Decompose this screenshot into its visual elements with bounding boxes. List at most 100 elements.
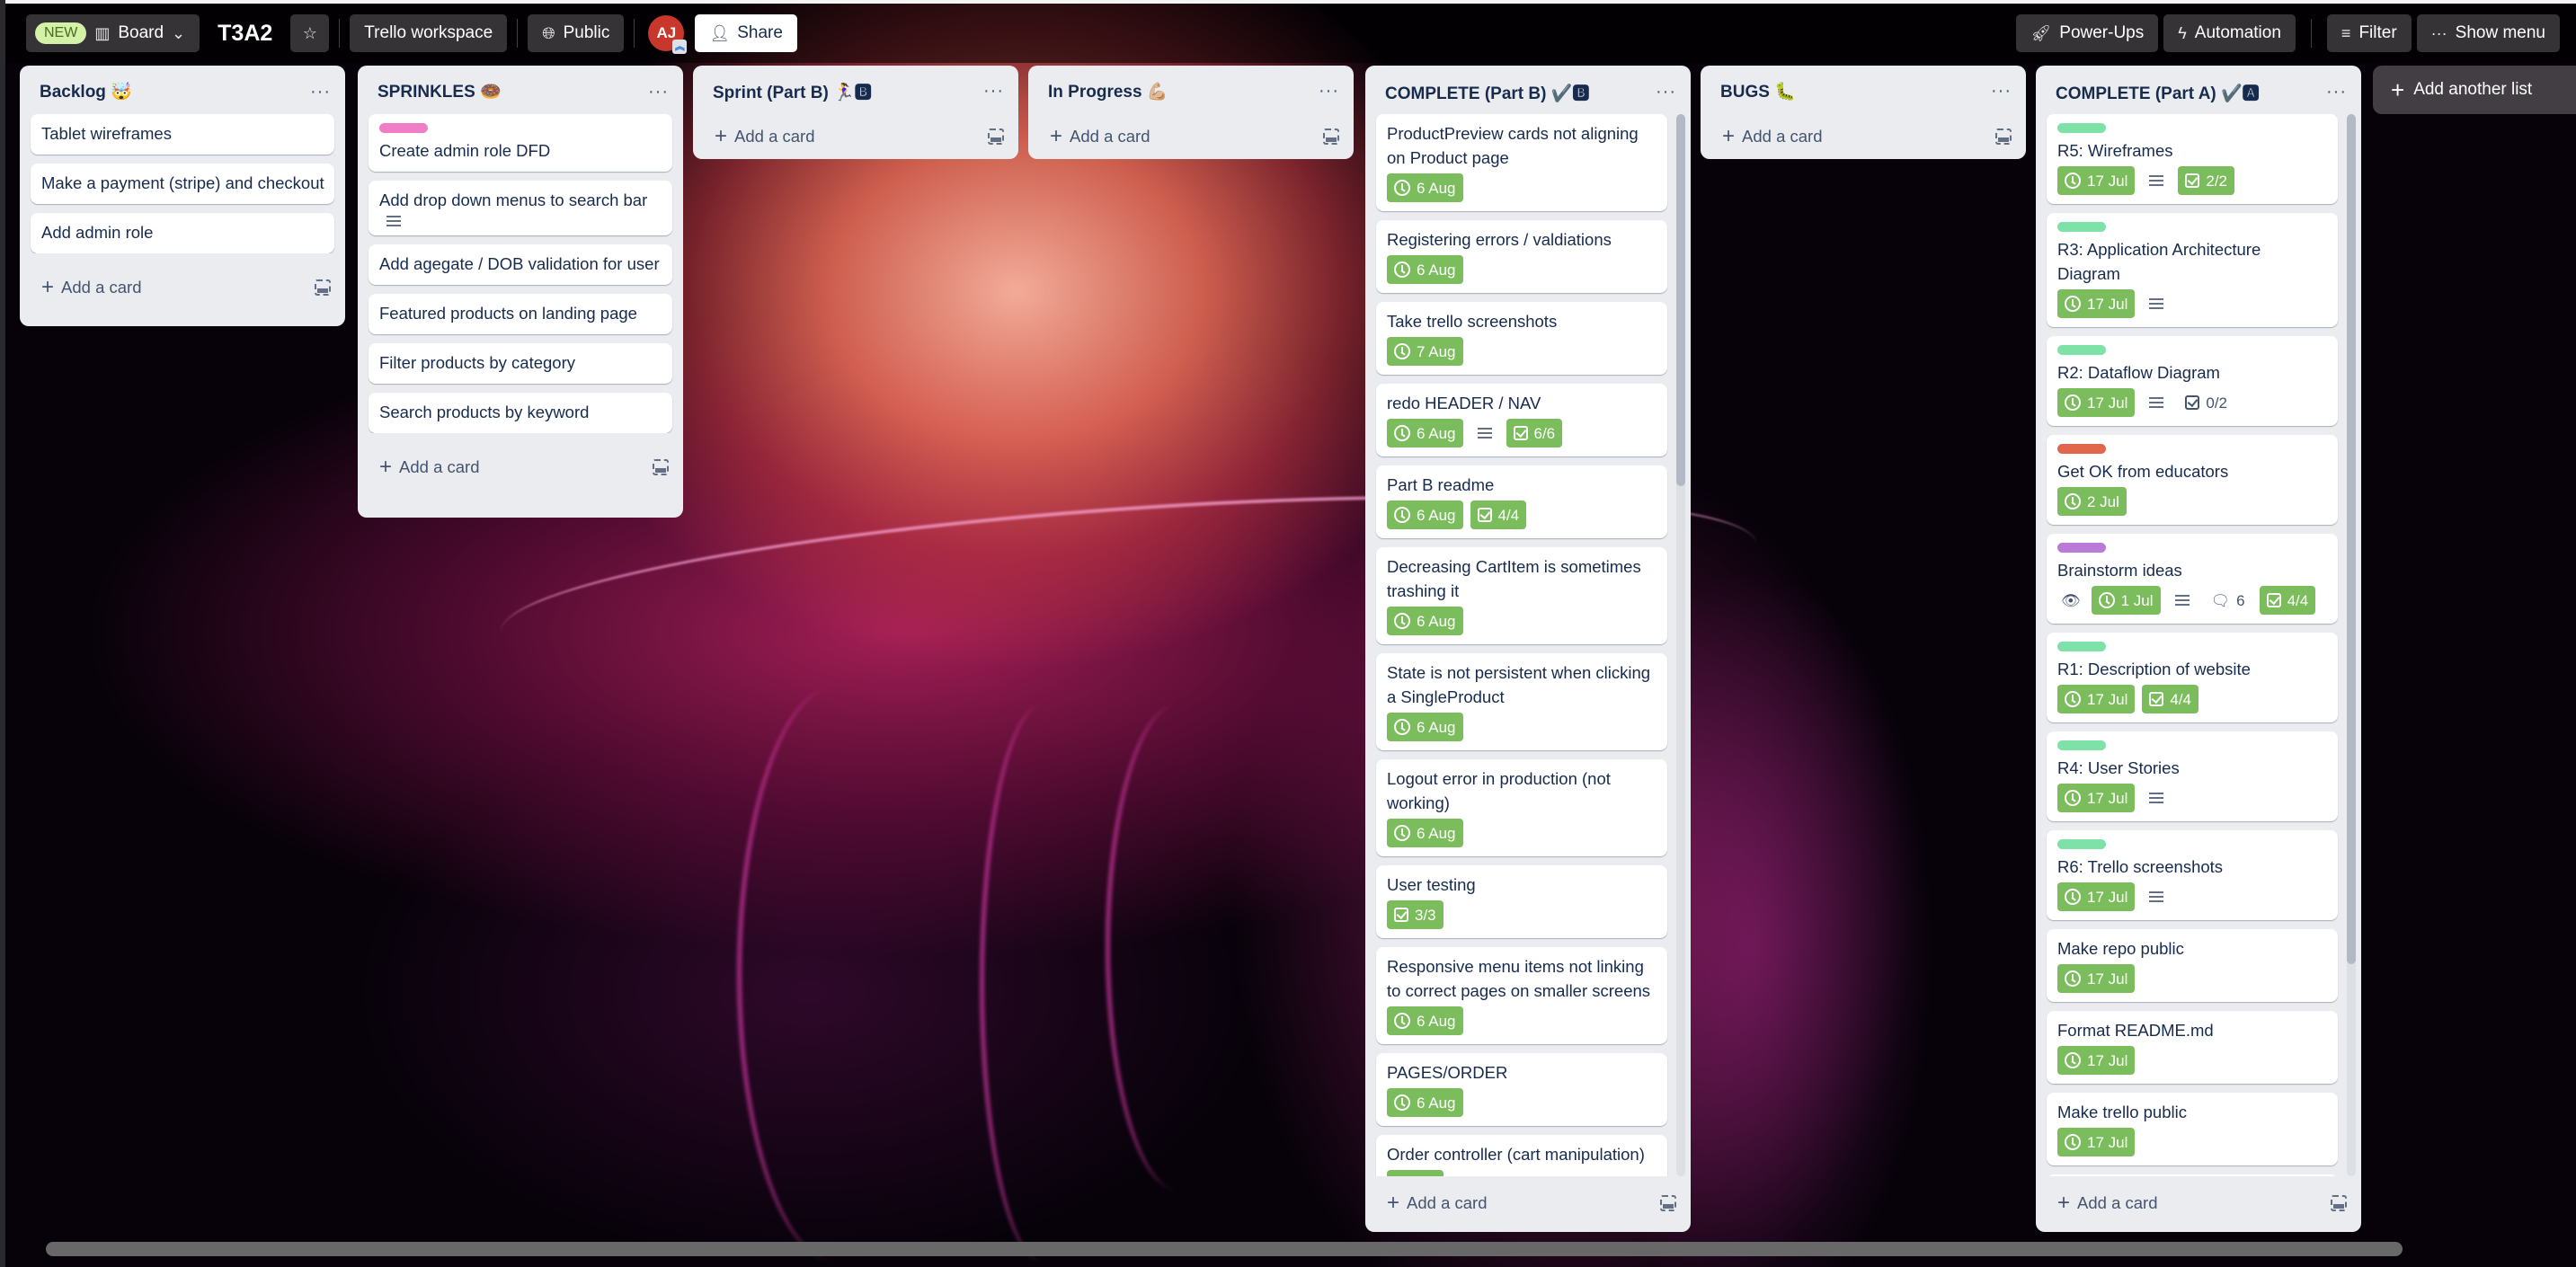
filter-button[interactable]: ≡ Filter [2326, 14, 2412, 52]
list-actions-icon[interactable]: ··· [1319, 81, 1339, 102]
card[interactable]: R5: Wireframes 17 Jul 2/2 [2047, 114, 2338, 204]
automation-button[interactable]: ϟ Automation [2163, 14, 2296, 52]
due-date-badge[interactable]: 1 Jul [2091, 586, 2161, 615]
card[interactable]: ProductPreview cards not aligning on Pro… [1376, 114, 1667, 211]
card[interactable]: R3: Application Architecture Diagram 17 J… [2047, 213, 2338, 327]
add-card-button[interactable]: + Add a card [379, 455, 480, 480]
card[interactable]: Decreasing CartItem is sometimes trashin… [1376, 547, 1667, 644]
card[interactable]: redo HEADER / NAV 6 Aug 6/6 [1376, 384, 1667, 456]
create-from-template-icon[interactable] [1995, 128, 2012, 145]
card[interactable]: Add admin role [31, 213, 334, 253]
card-label-purple[interactable] [2057, 543, 2106, 553]
card[interactable]: Add agegate / DOB validation for user [369, 244, 672, 285]
due-date-badge[interactable]: 17 Jul [2057, 289, 2136, 318]
list-title[interactable]: Sprint (Part B) 🏃‍♀️🅱 [713, 79, 872, 103]
card-label-pink[interactable] [379, 123, 428, 133]
card[interactable]: Format README.md 17 Jul [2047, 1011, 2338, 1084]
add-card-button[interactable]: + Add a card [41, 275, 142, 300]
card[interactable]: Make trello public 17 Jul [2047, 1093, 2338, 1165]
card[interactable]: R4: User Stories 17 Jul [2047, 731, 2338, 821]
add-card-button[interactable]: + Add a card [2057, 1191, 2158, 1216]
card-label-green[interactable] [2057, 123, 2106, 133]
create-from-template-icon[interactable] [1323, 128, 1339, 145]
list-title[interactable]: Backlog 🤯 [40, 81, 132, 102]
card[interactable]: R1: Description of website 17 Jul 4/4 [2047, 633, 2338, 722]
due-date-badge[interactable]: 6 Aug [1387, 501, 1463, 529]
list-scrollbar[interactable] [1676, 114, 1685, 1176]
card[interactable]: Add drop down menus to search bar [369, 181, 672, 235]
create-from-template-icon[interactable] [1660, 1195, 1676, 1211]
card[interactable]: Take trello screenshots 7 Aug [1376, 302, 1667, 375]
due-date-badge[interactable]: 17 Jul [2057, 166, 2136, 195]
add-another-list-button[interactable]: + Add another list [2373, 66, 2576, 114]
create-from-template-icon[interactable] [653, 459, 669, 475]
list-title[interactable]: SPRINKLES 🍩 [378, 81, 502, 102]
card[interactable]: User testing 3/3 [1376, 865, 1667, 938]
due-date-badge[interactable]: 7 Aug [1387, 337, 1463, 366]
card[interactable]: Order controller (cart manipulation) 3/3 [1376, 1135, 1667, 1176]
card-label-green[interactable] [2057, 740, 2106, 750]
due-date-badge[interactable]: 6 Aug [1387, 1088, 1463, 1117]
create-from-template-icon[interactable] [315, 279, 331, 296]
due-date-badge[interactable]: 17 Jul [2057, 784, 2136, 812]
card[interactable]: Review DFDs [2047, 1174, 2338, 1176]
list-actions-icon[interactable]: ··· [1991, 81, 2012, 102]
card[interactable]: Make a payment (stripe) and checkout [31, 164, 334, 204]
list-title[interactable]: BUGS 🐛 [1720, 81, 1796, 102]
create-from-template-icon[interactable] [2331, 1195, 2347, 1211]
workspace-button[interactable]: Trello workspace [350, 14, 508, 52]
due-date-badge[interactable]: 17 Jul [2057, 1046, 2136, 1075]
card[interactable]: Responsive menu items not linking to cor… [1376, 947, 1667, 1044]
create-from-template-icon[interactable] [988, 128, 1004, 145]
card[interactable]: Brainstorm ideas 👁︎ 1 Jul 🗨︎ 6 4/4 [2047, 534, 2338, 624]
card[interactable]: Part B readme 6 Aug 4/4 [1376, 465, 1667, 538]
add-card-button[interactable]: + Add a card [1387, 1191, 1488, 1216]
due-date-badge[interactable]: 6 Aug [1387, 419, 1463, 447]
card[interactable]: Featured products on landing page [369, 294, 672, 334]
star-board-button[interactable]: ☆ [290, 14, 330, 52]
due-date-badge[interactable]: 17 Jul [2057, 388, 2136, 417]
visibility-button[interactable]: 🌐︎ Public [528, 14, 625, 52]
add-card-button[interactable]: + Add a card [1722, 124, 1823, 149]
due-date-badge[interactable]: 2 Jul [2057, 487, 2127, 516]
card-label-green[interactable] [2057, 222, 2106, 232]
card[interactable]: Get OK from educators 2 Jul [2047, 435, 2338, 525]
list-scrollbar-thumb[interactable] [1676, 114, 1685, 486]
due-date-badge[interactable]: 6 Aug [1387, 713, 1463, 741]
list-scrollbar-thumb[interactable] [2347, 114, 2356, 964]
add-card-button[interactable]: + Add a card [715, 124, 815, 149]
list-actions-icon[interactable]: ··· [1656, 82, 1676, 102]
card[interactable]: Create admin role DFD [369, 114, 672, 172]
due-date-badge[interactable]: 6 Aug [1387, 607, 1463, 635]
card-label-green[interactable] [2057, 642, 2106, 651]
card[interactable]: Registering errors / valdiations 6 Aug [1376, 220, 1667, 293]
card[interactable]: Make repo public 17 Jul [2047, 929, 2338, 1002]
due-date-badge[interactable]: 17 Jul [2057, 882, 2136, 911]
card-label-red[interactable] [2057, 444, 2106, 454]
card[interactable]: R2: Dataflow Diagram 17 Jul 0/2 [2047, 336, 2338, 426]
due-date-badge[interactable]: 17 Jul [2057, 685, 2136, 713]
due-date-badge[interactable]: 17 Jul [2057, 1128, 2136, 1156]
due-date-badge[interactable]: 6 Aug [1387, 819, 1463, 847]
due-date-badge[interactable]: 17 Jul [2057, 964, 2136, 993]
power-ups-button[interactable]: 🚀︎ Power-Ups [2016, 14, 2159, 52]
card-label-green[interactable] [2057, 345, 2106, 355]
list-title[interactable]: COMPLETE (Part B) ✔️🅱 [1385, 80, 1589, 104]
board-horizontal-scrollbar[interactable] [46, 1242, 2403, 1256]
card[interactable]: State is not persistent when clicking a … [1376, 653, 1667, 750]
list-actions-icon[interactable]: ··· [983, 81, 1004, 102]
board-title[interactable]: T3A2 [218, 21, 272, 47]
due-date-badge[interactable]: 6 Aug [1387, 1006, 1463, 1035]
list-actions-icon[interactable]: ··· [648, 82, 669, 102]
due-date-badge[interactable]: 6 Aug [1387, 173, 1463, 202]
list-title[interactable]: COMPLETE (Part A) ✔️🅰 [2056, 80, 2260, 104]
list-actions-icon[interactable]: ··· [310, 82, 331, 102]
card[interactable]: R6: Trello screenshots 17 Jul [2047, 830, 2338, 920]
card[interactable]: Search products by keyword [369, 393, 672, 433]
show-menu-button[interactable]: ··· Show menu [2416, 14, 2560, 52]
card[interactable]: Filter products by category [369, 343, 672, 384]
list-title[interactable]: In Progress 💪🏼 [1048, 81, 1168, 102]
list-actions-icon[interactable]: ··· [2326, 82, 2347, 102]
list-scrollbar[interactable] [2347, 114, 2356, 1176]
card[interactable]: Tablet wireframes [31, 114, 334, 155]
